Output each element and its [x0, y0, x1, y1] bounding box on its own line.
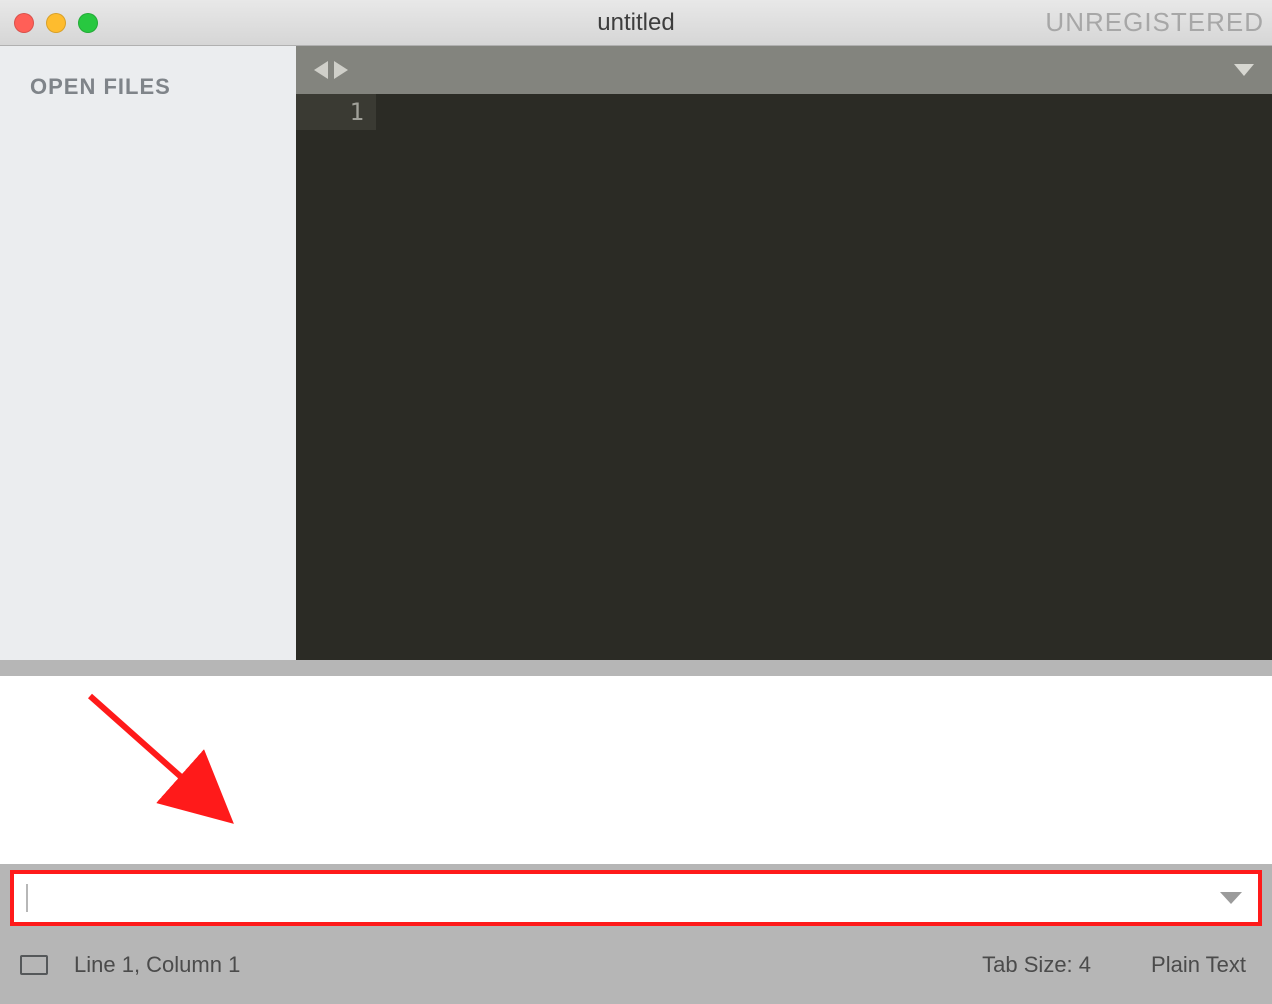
- sidebar-open-files-header: OPEN FILES: [0, 46, 296, 100]
- annotation-arrow-icon: [82, 690, 242, 835]
- status-tab-size[interactable]: Tab Size: 4: [982, 952, 1091, 978]
- console-panel[interactable]: [0, 676, 1272, 864]
- tab-prev-icon[interactable]: [314, 61, 328, 79]
- input-caret-icon: [26, 884, 28, 912]
- panel-toggle-icon[interactable]: [20, 955, 48, 975]
- tab-nav: [314, 61, 348, 79]
- console-input-row[interactable]: [10, 870, 1262, 926]
- sidebar: OPEN FILES: [0, 46, 296, 660]
- separator-strip-1: [0, 660, 1272, 676]
- maximize-window-button[interactable]: [78, 13, 98, 33]
- tab-overflow-dropdown-icon[interactable]: [1234, 64, 1254, 76]
- status-bar: Line 1, Column 1 Tab Size: 4 Plain Text: [0, 934, 1272, 1004]
- gutter-line-number: 1: [296, 94, 376, 130]
- editor-column: 1: [296, 46, 1272, 660]
- minimize-window-button[interactable]: [46, 13, 66, 33]
- editor-gutter: 1: [296, 94, 376, 660]
- registration-label: UNREGISTERED: [1045, 7, 1264, 38]
- titlebar: untitled UNREGISTERED: [0, 0, 1272, 46]
- tab-next-icon[interactable]: [334, 61, 348, 79]
- main-content: OPEN FILES 1: [0, 46, 1272, 660]
- status-position[interactable]: Line 1, Column 1: [74, 952, 982, 978]
- console-input[interactable]: [34, 880, 1210, 916]
- editor-text-area[interactable]: [376, 94, 1234, 660]
- status-language[interactable]: Plain Text: [1151, 952, 1246, 978]
- close-window-button[interactable]: [14, 13, 34, 33]
- editor-minimap[interactable]: [1234, 94, 1272, 660]
- editor-body[interactable]: 1: [296, 94, 1272, 660]
- console-input-section: [0, 864, 1272, 934]
- tab-bar: [296, 46, 1272, 94]
- console-history-dropdown-icon[interactable]: [1220, 892, 1242, 904]
- window-controls: [14, 13, 98, 33]
